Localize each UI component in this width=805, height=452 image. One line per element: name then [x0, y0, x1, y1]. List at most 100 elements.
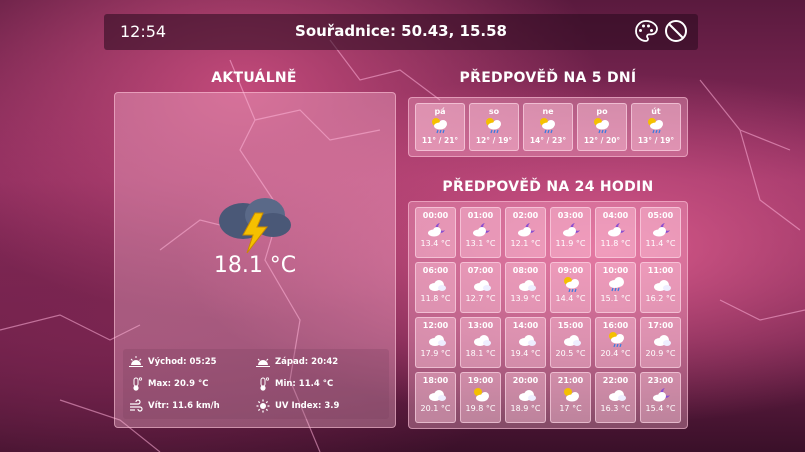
day-label: pá: [434, 107, 446, 116]
sunset-text: Západ: 20:42: [275, 357, 339, 367]
hour-label: 09:00: [557, 266, 584, 275]
min-temp-text: Min: 11.4 °C: [275, 379, 334, 389]
hour-card: 12:00 17.9 °C: [415, 317, 456, 368]
hour-card: 22:00 16.3 °C: [595, 372, 636, 423]
day-card: út 13° / 19°: [631, 103, 681, 151]
day-label: ne: [542, 107, 554, 116]
sun-icon: [256, 399, 270, 413]
hour-label: 23:00: [647, 376, 674, 385]
hour-label: 11:00: [647, 266, 674, 275]
coordinates: Souřadnice: 50.43, 15.58: [295, 22, 507, 40]
hour-card: 18:00 20.1 °C: [415, 372, 456, 423]
forecast5-panel: pá 11° / 21° so 12° / 19° ne 14° / 23° po 12° /…: [408, 97, 688, 157]
hour-label: 14:00: [512, 321, 539, 330]
day-label: so: [488, 107, 500, 116]
hour-temp: 18.9 °C: [510, 404, 541, 413]
hour-label: 22:00: [602, 376, 629, 385]
hour-card: 05:00 11.4 °C: [640, 207, 681, 258]
hour-label: 17:00: [647, 321, 674, 330]
sun-cloud-icon: [563, 388, 579, 402]
day-label: po: [596, 107, 608, 116]
hour-card: 20:00 18.9 °C: [505, 372, 546, 423]
hour-temp: 11.8 °C: [420, 294, 451, 303]
sun-cloud-rain-icon: [540, 118, 555, 134]
current-weather-panel: 18.1 °C Východ: 05:25 Západ: 20:42 Max: …: [114, 92, 396, 428]
hour-label: 20:00: [512, 376, 539, 385]
cloud-icon: [653, 335, 671, 346]
block-icon[interactable]: [664, 19, 688, 43]
hour-card: 04:00 11.8 °C: [595, 207, 636, 258]
cloud-icon: [518, 280, 536, 291]
hour-card: 21:00 17 °C: [550, 372, 591, 423]
moon-cloud-icon: [652, 388, 670, 402]
hour-temp: 11.8 °C: [600, 239, 631, 248]
moon-cloud-icon: [607, 223, 625, 237]
cloud-rain-icon: [608, 277, 624, 292]
sunrise-item: Východ: 05:25: [129, 351, 256, 373]
hour-card: 02:00 12.1 °C: [505, 207, 546, 258]
min-temp-item: Min: 11.4 °C: [256, 373, 383, 395]
day-range: 14° / 23°: [529, 136, 567, 145]
top-bar: 12:54 Souřadnice: 50.43, 15.58: [104, 14, 698, 50]
day-range: 11° / 21°: [421, 136, 459, 145]
sun-cloud-icon: [473, 388, 489, 402]
hour-card: 23:00 15.4 °C: [640, 372, 681, 423]
sun-cloud-rain-icon: [563, 277, 579, 292]
hourly-panel: 00:00 13.4 °C 01:00 13.1 °C 02:00 12.1 °C 03:0…: [408, 201, 688, 429]
hour-label: 16:00: [602, 321, 629, 330]
forecast5-title: PŘEDPOVĚĎ NA 5 DNÍ: [459, 70, 637, 86]
day-card: pá 11° / 21°: [415, 103, 465, 151]
hour-card: 11:00 16.2 °C: [640, 262, 681, 313]
hour-temp: 13.4 °C: [420, 239, 451, 248]
hour-temp: 20.9 °C: [645, 349, 676, 358]
hour-temp: 14.4 °C: [555, 294, 586, 303]
hour-card: 19:00 19.8 °C: [460, 372, 501, 423]
hour-label: 04:00: [602, 211, 629, 220]
hour-temp: 19.8 °C: [465, 404, 496, 413]
cloud-icon: [563, 335, 581, 346]
hour-label: 15:00: [557, 321, 584, 330]
current-title: AKTUÁLNĚ: [211, 70, 297, 86]
day-label: út: [651, 107, 661, 116]
day-card: po 12° / 20°: [577, 103, 627, 151]
hour-temp: 16.3 °C: [600, 404, 631, 413]
hour-label: 12:00: [422, 321, 449, 330]
hour-card: 07:00 12.7 °C: [460, 262, 501, 313]
cloud-icon: [653, 280, 671, 291]
day-range: 12° / 19°: [475, 136, 513, 145]
palette-icon[interactable]: [634, 19, 658, 43]
hour-card: 14:00 19.4 °C: [505, 317, 546, 368]
cloud-icon: [428, 390, 446, 401]
sun-cloud-rain-icon: [608, 332, 624, 347]
wind-text: Vítr: 11.6 km/h: [148, 401, 220, 411]
current-details: Východ: 05:25 Západ: 20:42 Max: 20.9 °C …: [123, 349, 389, 419]
hour-card: 15:00 20.5 °C: [550, 317, 591, 368]
cloud-icon: [473, 280, 491, 291]
hour-label: 00:00: [422, 211, 449, 220]
hour-temp: 15.4 °C: [645, 404, 676, 413]
thermometer-icon: [133, 377, 143, 391]
hour-temp: 12.7 °C: [465, 294, 496, 303]
day-card: so 12° / 19°: [469, 103, 519, 151]
sun-cloud-rain-icon: [432, 118, 447, 134]
moon-cloud-icon: [427, 223, 445, 237]
cloud-icon: [428, 280, 446, 291]
moon-cloud-icon: [562, 223, 580, 237]
sun-cloud-rain-icon: [486, 118, 501, 134]
hour-label: 18:00: [422, 376, 449, 385]
hour-temp: 20.4 °C: [600, 349, 631, 358]
hour-card: 09:00 14.4 °C: [550, 262, 591, 313]
hour-label: 03:00: [557, 211, 584, 220]
day-range: 12° / 20°: [583, 136, 621, 145]
hourly-title: PŘEDPOVĚĎ NA 24 HODIN: [442, 179, 654, 195]
hour-card: 10:00 15.1 °C: [595, 262, 636, 313]
day-range: 13° / 19°: [637, 136, 675, 145]
uv-text: UV Index: 3.9: [275, 401, 340, 411]
hour-label: 07:00: [467, 266, 494, 275]
cloud-icon: [473, 335, 491, 346]
hour-label: 06:00: [422, 266, 449, 275]
hour-temp: 12.1 °C: [510, 239, 541, 248]
hour-label: 08:00: [512, 266, 539, 275]
cloud-icon: [428, 335, 446, 346]
hour-card: 17:00 20.9 °C: [640, 317, 681, 368]
